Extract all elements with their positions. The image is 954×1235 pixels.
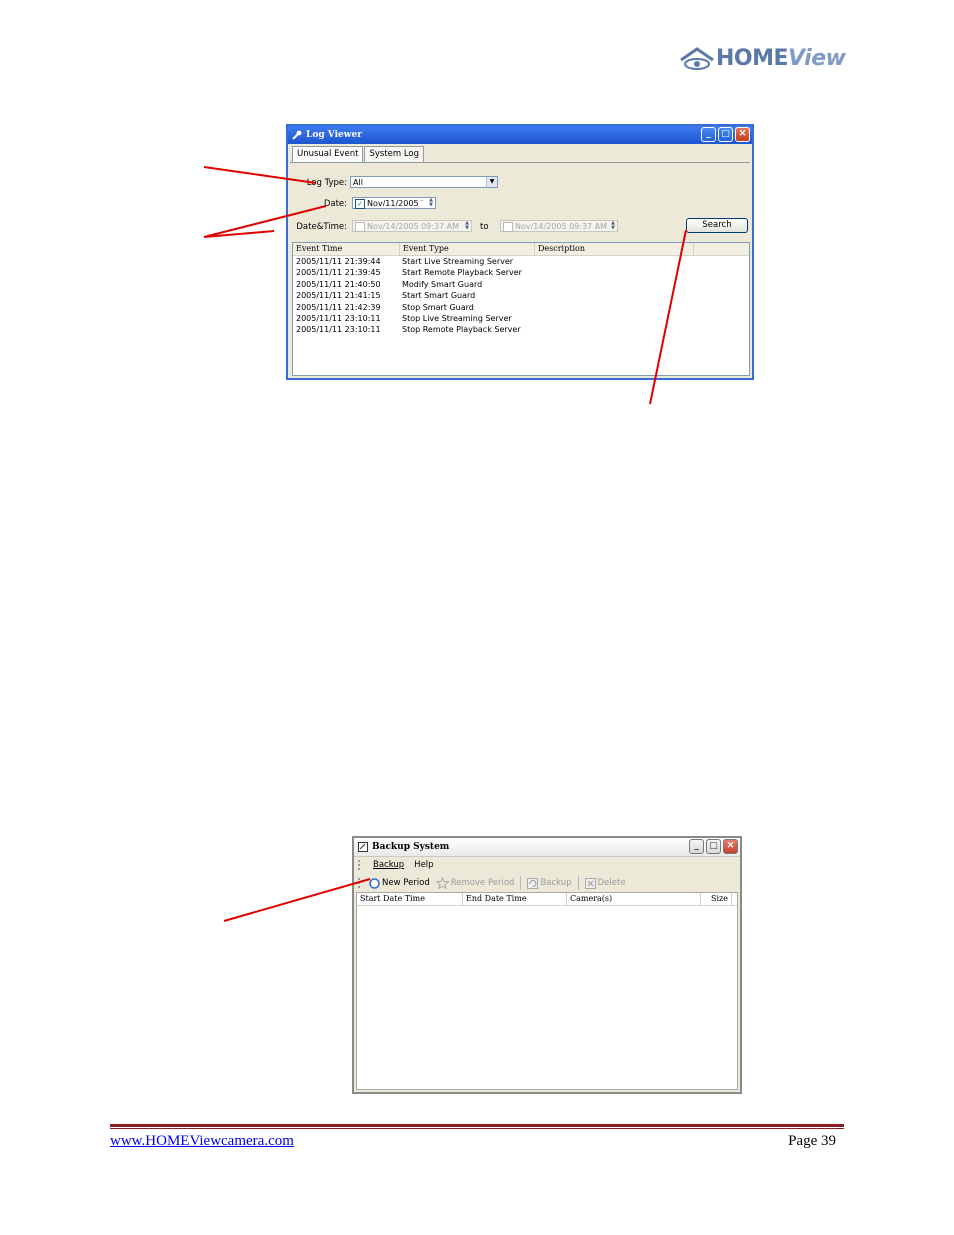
page-number: Page 39 bbox=[788, 1133, 836, 1149]
footer-rule bbox=[110, 1124, 844, 1127]
annotation-arrows bbox=[203, 166, 687, 922]
arrow-new-period bbox=[223, 878, 371, 922]
arrow-search bbox=[649, 229, 687, 405]
arrow-log-type bbox=[203, 166, 317, 184]
footer-rule-thin bbox=[110, 1128, 844, 1129]
website-link[interactable]: www.HOMEViewcamera.com bbox=[110, 1133, 294, 1150]
